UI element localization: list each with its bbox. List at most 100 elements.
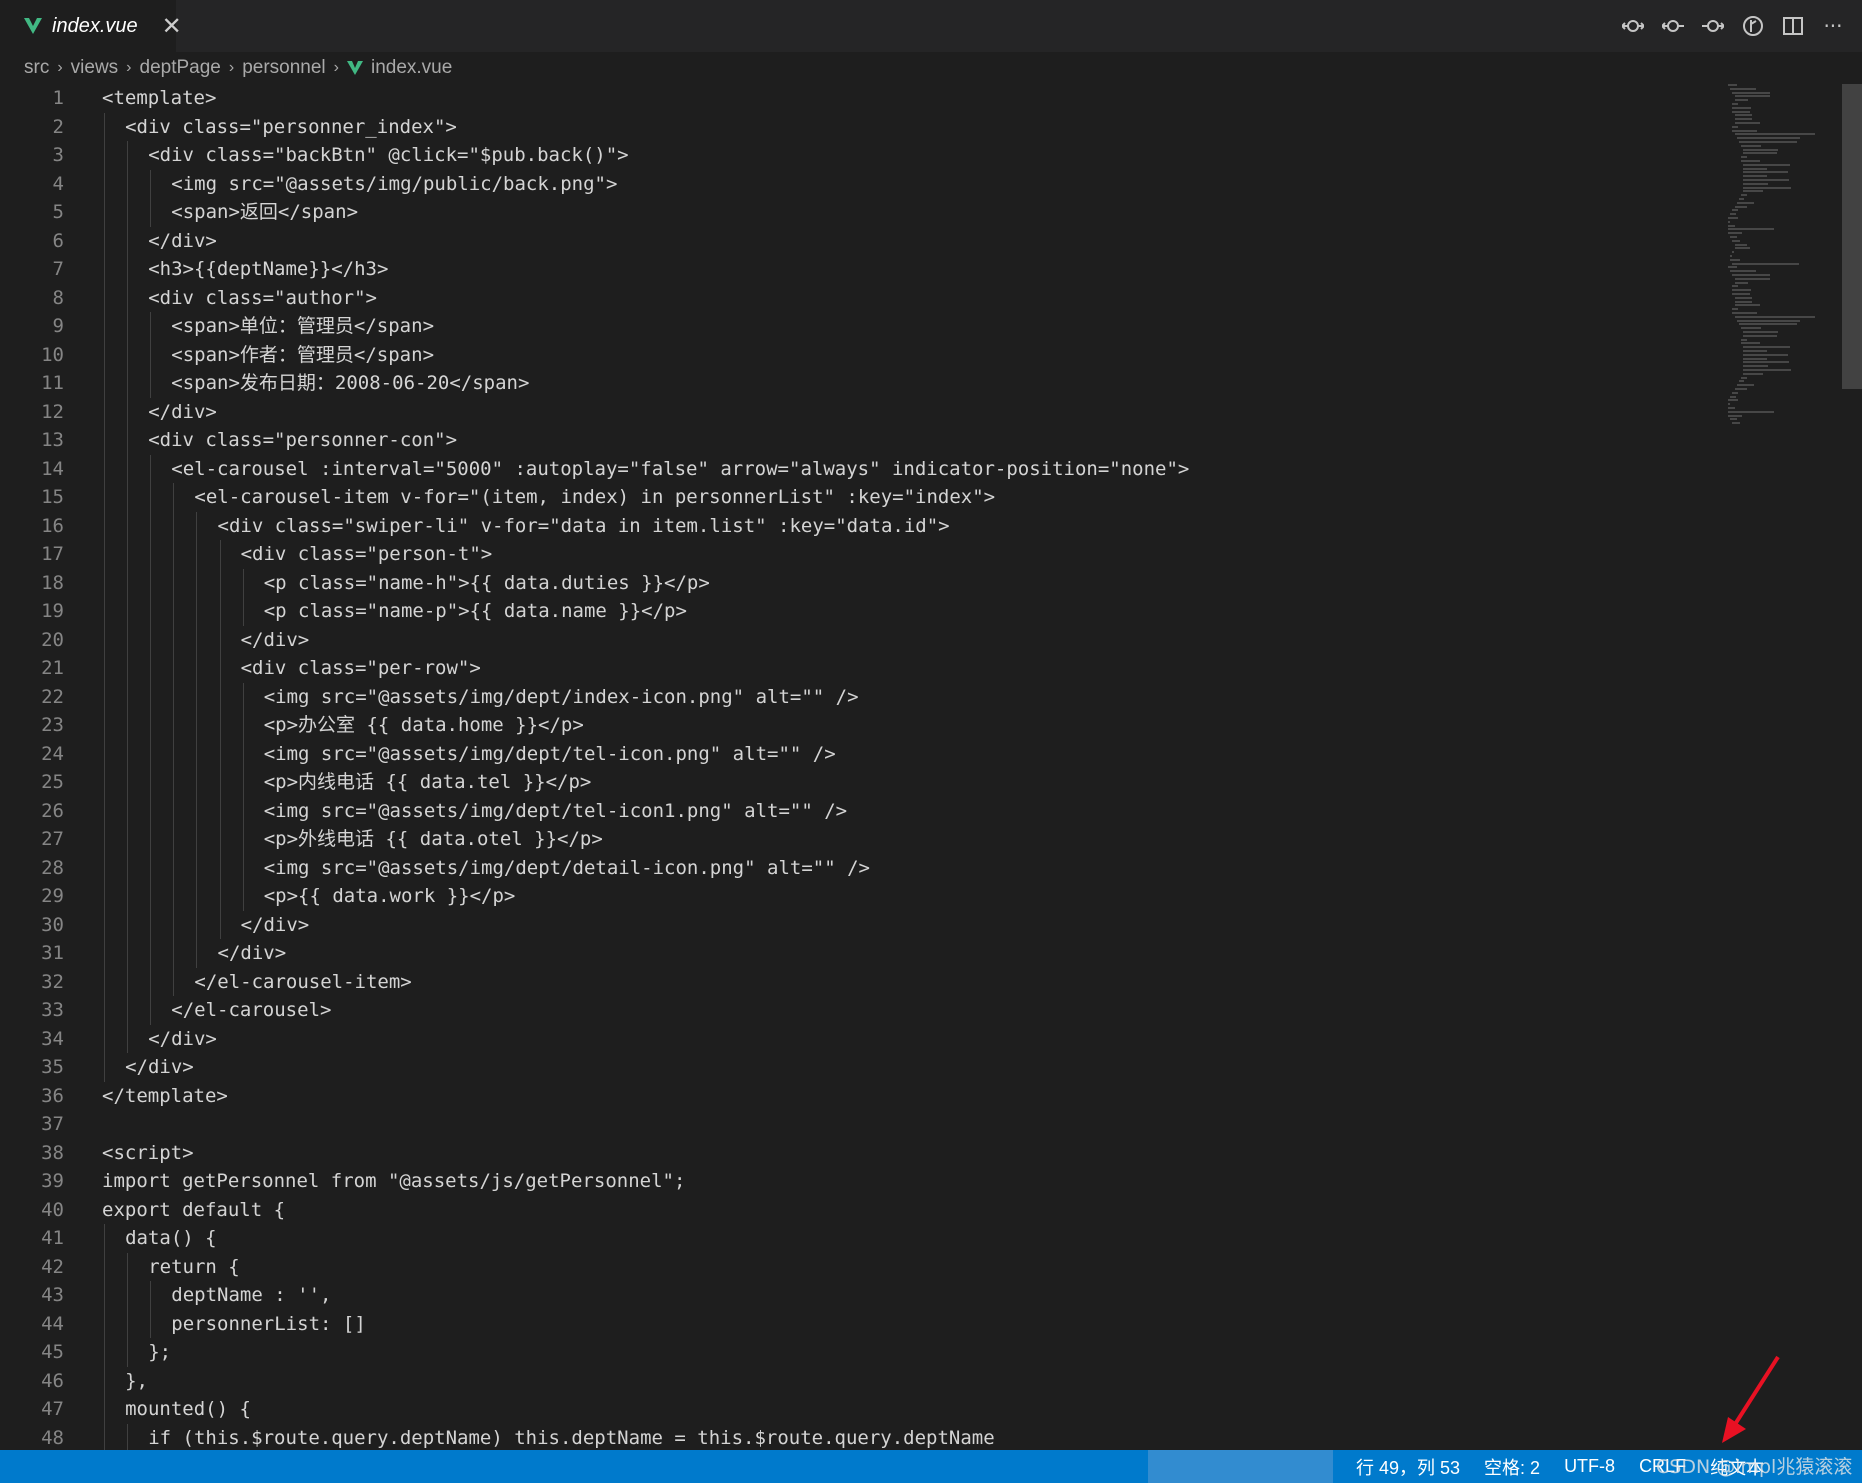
code-line[interactable]: 45}; <box>0 1338 1720 1367</box>
code-text: </div> <box>148 1027 217 1050</box>
code-line[interactable]: 3 <div class="backBtn" @click="$pub.back(… <box>0 141 1720 170</box>
minimap-line <box>1732 262 1799 265</box>
line-number: 19 <box>41 600 64 622</box>
breadcrumb-item-personnel[interactable]: personnel <box>242 57 325 79</box>
minimap-line <box>1732 422 1740 425</box>
breadcrumb-item-src[interactable]: src <box>24 57 49 79</box>
code-line[interactable]: 22 <img src="@assets/img/dept/index-icon.… <box>0 682 1720 711</box>
code-line[interactable]: 34 </div> <box>0 1024 1720 1053</box>
code-line[interactable]: 30 </div> <box>0 910 1720 939</box>
more-actions-icon[interactable]: ··· <box>1822 14 1844 38</box>
code-line[interactable]: 21 <div class="per-row"> <box>0 654 1720 683</box>
code-line[interactable]: 44 personnerList: [] <box>0 1309 1720 1338</box>
indentation-setting[interactable]: 空格: 2 <box>1484 1454 1540 1480</box>
code-line[interactable]: 33 </el-carousel> <box>0 996 1720 1025</box>
code-line[interactable]: 31 </div> <box>0 939 1720 968</box>
line-number: 21 <box>41 657 64 679</box>
code-line[interactable]: 28 <img src="@assets/img/dept/detail-icon… <box>0 853 1720 882</box>
line-number: 47 <box>41 1398 64 1420</box>
code-text: <p class="name-p">{{ data.name }}</p> <box>263 600 687 622</box>
code-line[interactable]: 47 mounted() { <box>0 1395 1720 1424</box>
code-line[interactable]: 10 <span>作者：管理员</span> <box>0 340 1720 369</box>
code-line[interactable]: 6 </div> <box>0 226 1720 255</box>
code-line[interactable]: 37 <box>0 1110 1720 1139</box>
code-line[interactable]: 16 <div class="swiper-li" v-for="data in … <box>0 511 1720 540</box>
close-icon[interactable]: ✕ <box>162 14 182 38</box>
code-line[interactable]: 7 <h3>{{deptName}}</h3> <box>0 255 1720 284</box>
code-line[interactable]: 29 <p>{{ data.work }}</p> <box>0 882 1720 911</box>
split-editor-icon[interactable] <box>1782 15 1804 37</box>
line-number: 43 <box>41 1284 64 1306</box>
code-text: if (this.$route.query.deptName) this.dep… <box>148 1426 995 1449</box>
code-line[interactable]: 40 export default { <box>0 1196 1720 1225</box>
code-line[interactable]: 18 <p class="name-h">{{ data.duties }}</p… <box>0 568 1720 597</box>
line-number: 24 <box>41 742 64 765</box>
indent-guide <box>104 169 105 198</box>
minimap-line <box>1728 224 1736 227</box>
git-compare-icon[interactable] <box>1622 15 1644 37</box>
code-line[interactable]: 24 <img src="@assets/img/dept/tel-icon.pn… <box>0 739 1720 768</box>
code-line[interactable]: 12 </div> <box>0 397 1720 426</box>
code-line[interactable]: 25 <p>内线电话 {{ data.tel }}</p> <box>0 768 1720 797</box>
code-line[interactable]: 20 </div> <box>0 625 1720 654</box>
encoding-setting[interactable]: UTF-8 <box>1564 1456 1615 1477</box>
indent-guide <box>150 796 152 825</box>
code-line[interactable]: 32 </el-carousel-item> <box>0 967 1720 996</box>
breadcrumb-item-file[interactable]: index.vue <box>371 57 452 79</box>
code-text: data() { <box>125 1227 217 1249</box>
code-line[interactable]: 26 <img src="@assets/img/dept/tel-icon1.p… <box>0 796 1720 825</box>
line-number: 12 <box>41 400 64 423</box>
indent-guide <box>104 312 105 341</box>
code-line[interactable]: 5 <span>返回</span> <box>0 198 1720 227</box>
code-line[interactable]: 2 <div class="personner_index"> <box>0 112 1720 141</box>
code-text: <span>作者：管理员</span> <box>171 343 435 366</box>
code-line[interactable]: 1 <template> <box>0 84 1720 113</box>
minimap-line <box>1730 236 1738 238</box>
indent-guide <box>242 739 244 768</box>
code-line[interactable]: 11 <span>发布日期：2008-06-20</span> <box>0 369 1720 398</box>
indent-guide <box>127 939 129 968</box>
go-forward-icon[interactable] <box>1702 15 1724 37</box>
code-editor[interactable]: 1 <template> 2 <div class="personner_index"… <box>0 84 1862 1450</box>
cursor-position[interactable]: 行 49，列 53 <box>1356 1454 1460 1480</box>
code-line[interactable]: 36 </template> <box>0 1082 1720 1111</box>
code-line[interactable]: 19 <p class="name-p">{{ data.name }}</p> <box>0 597 1720 626</box>
indent-guide <box>104 226 105 255</box>
code-line[interactable]: 42 return { <box>0 1252 1720 1281</box>
code-line[interactable]: 17 <div class="person-t"> <box>0 540 1720 569</box>
code-line[interactable]: 39 import getPersonnel from "@assets/js/g… <box>0 1167 1720 1196</box>
line-number: 33 <box>41 999 64 1021</box>
code-line[interactable]: 35 </div> <box>0 1053 1720 1082</box>
code-line[interactable]: 46}, <box>0 1366 1720 1395</box>
code-line[interactable]: 15 <el-carousel-item v-for="(item, index)… <box>0 483 1720 512</box>
vertical-scrollbar[interactable] <box>1842 84 1862 389</box>
breadcrumb-item-views[interactable]: views <box>71 57 119 79</box>
code-line[interactable]: 48 if (this.$route.query.deptName) this.d… <box>0 1423 1720 1450</box>
code-text: </el-carousel-item> <box>194 970 412 993</box>
indent-guide <box>127 454 129 483</box>
line-number: 5 <box>52 201 64 223</box>
open-changes-icon[interactable] <box>1742 15 1764 37</box>
code-line[interactable]: 27 <p>外线电话 {{ data.otel }}</p> <box>0 825 1720 854</box>
indent-guide <box>173 739 175 768</box>
minimap-line <box>1741 376 1747 379</box>
line-number: 38 <box>41 1141 64 1164</box>
code-line[interactable]: 43 deptName : '', <box>0 1281 1720 1310</box>
code-line[interactable]: 4 <img src="@assets/img/public/back.png"> <box>0 169 1720 198</box>
line-number: 22 <box>41 685 64 708</box>
code-line[interactable]: 8 <div class="author"> <box>0 283 1720 312</box>
minimap-line <box>1734 122 1760 124</box>
breadcrumb-item-deptpage[interactable]: deptPage <box>140 57 221 79</box>
code-line[interactable]: 14 <el-carousel :interval="5000" :autopla… <box>0 454 1720 483</box>
code-line[interactable]: 41 data() { <box>0 1224 1720 1253</box>
code-line[interactable]: 9 <span>单位：管理员</span> <box>0 312 1720 341</box>
indent-guide <box>127 1338 129 1367</box>
indent-guide <box>104 967 105 996</box>
go-back-icon[interactable] <box>1662 15 1684 37</box>
code-line[interactable]: 38 <script> <box>0 1139 1720 1168</box>
minimap-line <box>1743 186 1792 189</box>
tab-index-vue[interactable]: index.vue ✕ <box>0 0 182 52</box>
code-line[interactable]: 23 <p>办公室 {{ data.home }}</p> <box>0 711 1720 740</box>
code-line[interactable]: 13 <div class="personner-con"> <box>0 426 1720 455</box>
minimap[interactable] <box>1728 84 1842 434</box>
